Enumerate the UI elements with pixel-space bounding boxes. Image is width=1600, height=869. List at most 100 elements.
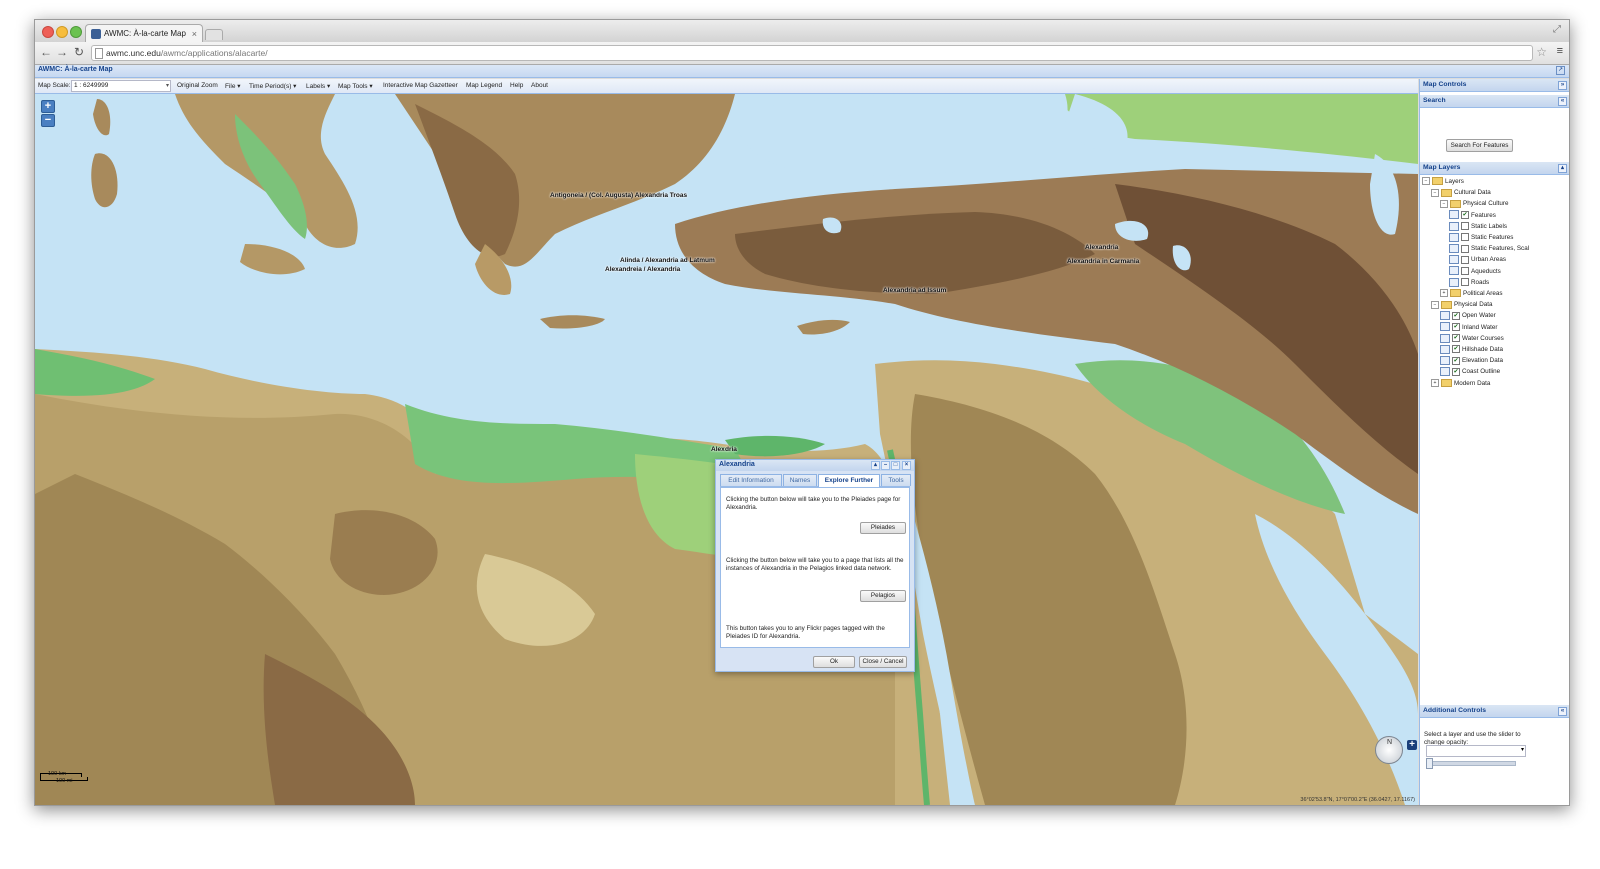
compass-icon[interactable]: N (1375, 736, 1403, 764)
dialog-header[interactable]: Alexandria ▴ – □ × (716, 460, 914, 471)
map-controls-header[interactable]: Map Controls » (1420, 79, 1569, 92)
layer-checkbox[interactable]: ✔ (1452, 356, 1460, 365)
map-label[interactable]: Alexandria (1085, 244, 1118, 251)
maximize-icon[interactable]: □ (891, 461, 900, 470)
menu-original-zoom[interactable]: Original Zoom (177, 82, 218, 89)
tab-edit-information[interactable]: Edit Information (720, 474, 782, 486)
minimize-icon[interactable]: – (881, 461, 890, 470)
pelagios-button[interactable]: Pelagios (860, 590, 906, 602)
forward-icon[interactable]: → (55, 45, 69, 59)
layer-item[interactable]: ✔ Elevation Data (1440, 355, 1503, 366)
panel-collapse-icon[interactable]: » (1558, 81, 1567, 90)
search-collapse-icon[interactable]: « (1558, 97, 1567, 106)
layer-item[interactable]: − Physical Culture (1440, 198, 1509, 209)
additional-collapse-icon[interactable]: « (1558, 707, 1567, 716)
layer-item[interactable]: − Cultural Data (1431, 187, 1491, 198)
layer-item[interactable]: Static Features, Scal (1449, 243, 1529, 254)
collapse-icon[interactable]: − (1422, 177, 1430, 186)
address-bar[interactable]: awmc.unc.edu/awmc/applications/alacarte/ (91, 45, 1533, 61)
layer-checkbox[interactable] (1461, 255, 1469, 264)
search-for-features-button[interactable]: Search For Features (1446, 139, 1513, 152)
expand-icon[interactable]: + (1431, 378, 1439, 387)
tab-names[interactable]: Names (783, 474, 817, 486)
layer-item[interactable]: Static Features (1449, 232, 1513, 243)
map-label[interactable]: Alinda / Alexandria ad Latmum (620, 257, 715, 264)
close-cancel-button[interactable]: Close / Cancel (859, 656, 907, 668)
menu-labels[interactable]: Labels ▾ (306, 82, 330, 90)
layer-item[interactable]: Aqueducts (1449, 266, 1501, 277)
browser-menu-icon[interactable]: ≡ (1557, 45, 1563, 57)
fullscreen-icon[interactable]: ⤢ (1553, 24, 1561, 35)
layer-item[interactable]: − Layers (1422, 176, 1464, 187)
map-label[interactable]: dria (725, 446, 737, 453)
collapse-icon[interactable]: ▴ (871, 461, 880, 470)
layer-item[interactable]: Urban Areas (1449, 254, 1506, 265)
zoom-window-button[interactable] (70, 26, 82, 38)
map-label[interactable]: Alexandria ad Issum (883, 287, 946, 294)
menu-map-tools[interactable]: Map Tools ▾ (338, 82, 373, 90)
map-canvas[interactable]: + − Antigoneia / (Col. Augusta) Alexandr… (35, 94, 1418, 805)
app-collapse-icon[interactable]: ↗ (1556, 66, 1565, 75)
layer-item[interactable]: + Modern Data (1431, 378, 1490, 389)
layer-checkbox[interactable] (1461, 266, 1469, 275)
layer-checkbox[interactable]: ✔ (1452, 322, 1460, 331)
layer-item[interactable]: ✔ Open Water (1440, 310, 1496, 321)
menu-gazetteer[interactable]: Interactive Map Gazetteer (383, 82, 458, 89)
back-icon[interactable]: ← (39, 45, 53, 59)
menu-map-legend[interactable]: Map Legend (466, 82, 502, 89)
menu-help[interactable]: Help (510, 82, 523, 89)
collapse-icon[interactable]: − (1440, 199, 1448, 208)
menu-about[interactable]: About (531, 82, 548, 89)
layer-checkbox[interactable]: ✔ (1452, 311, 1460, 320)
collapse-icon[interactable]: − (1431, 300, 1439, 309)
map-label[interactable]: Alexandreia / Alexandria (605, 266, 680, 273)
tab-explore-further[interactable]: Explore Further (818, 474, 880, 487)
expand-overview-button[interactable]: + (1407, 740, 1417, 750)
map-label[interactable]: Antigoneia / (Col. Augusta) Alexandria T… (550, 192, 687, 199)
layer-checkbox[interactable] (1461, 222, 1469, 231)
zoom-in-button[interactable]: + (41, 100, 55, 113)
layers-collapse-icon[interactable]: ▴ (1558, 164, 1567, 173)
zoom-out-button[interactable]: − (41, 114, 55, 127)
pleiades-button[interactable]: Pleiades (860, 522, 906, 534)
opacity-layer-select[interactable]: ▾ (1426, 745, 1526, 757)
layer-item[interactable]: ✔ Features (1449, 210, 1496, 221)
search-header[interactable]: Search « (1420, 95, 1569, 108)
tab-close-icon[interactable]: × (192, 25, 197, 43)
expand-icon[interactable]: + (1440, 289, 1448, 298)
map-label[interactable]: Alexandria in Carmania (1067, 258, 1139, 265)
tab-tools[interactable]: Tools (881, 474, 911, 486)
close-window-button[interactable] (42, 26, 54, 38)
reload-icon[interactable]: ↻ (72, 45, 86, 59)
map-scale-select[interactable]: 1 : 6249999 ▾ (71, 80, 171, 92)
layer-checkbox[interactable] (1461, 233, 1469, 242)
menu-file[interactable]: File ▾ (225, 82, 241, 90)
additional-controls-header[interactable]: Additional Controls « (1420, 705, 1569, 718)
layer-checkbox[interactable]: ✔ (1452, 334, 1460, 343)
ok-button[interactable]: Ok (813, 656, 855, 668)
map-layers-header[interactable]: Map Layers ▴ (1420, 162, 1569, 175)
layer-item[interactable]: ✔ Inland Water (1440, 322, 1497, 333)
layer-checkbox[interactable] (1461, 278, 1469, 287)
collapse-icon[interactable]: − (1431, 188, 1439, 197)
close-icon[interactable]: × (902, 461, 911, 470)
layer-item[interactable]: ✔ Water Courses (1440, 333, 1504, 344)
new-tab-button[interactable] (205, 29, 223, 40)
layer-item[interactable]: − Physical Data (1431, 299, 1493, 310)
layer-checkbox[interactable]: ✔ (1461, 210, 1469, 219)
layer-checkbox[interactable]: ✔ (1452, 345, 1460, 354)
layer-item[interactable]: Roads (1449, 277, 1489, 288)
layer-item[interactable]: ✔ Coast Outline (1440, 366, 1500, 377)
layer-item[interactable]: + Political Areas (1440, 288, 1503, 299)
layer-checkbox[interactable] (1461, 244, 1469, 253)
browser-tab[interactable]: AWMC: À-la-carte Map × (85, 24, 203, 43)
opacity-slider-track[interactable] (1426, 761, 1516, 766)
bookmark-star-icon[interactable]: ☆ (1536, 45, 1547, 59)
layer-item[interactable]: Static Labels (1449, 221, 1507, 232)
opacity-slider-thumb[interactable] (1426, 758, 1433, 769)
layer-checkbox[interactable]: ✔ (1452, 367, 1460, 376)
menu-time-periods[interactable]: Time Period(s) ▾ (249, 82, 296, 90)
minimize-window-button[interactable] (56, 26, 68, 38)
map-label[interactable]: Alex (711, 446, 725, 453)
layer-item[interactable]: ✔ Hillshade Data (1440, 344, 1503, 355)
